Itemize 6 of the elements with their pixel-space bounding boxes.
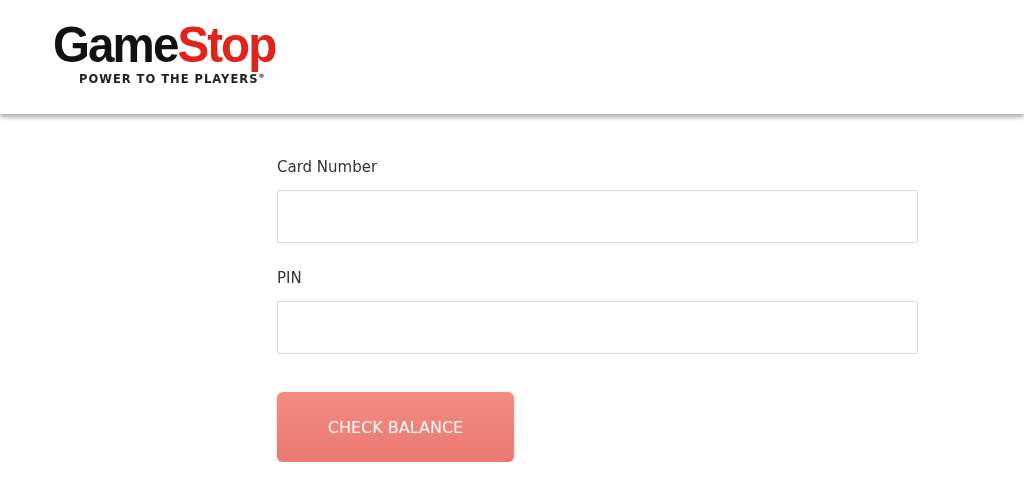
field-label: Card Number — [277, 158, 379, 176]
check-balance-button[interactable]: CHECK BALANCE — [277, 392, 514, 462]
input-field[interactable] — [277, 301, 918, 354]
field-label: PIN — [277, 269, 303, 287]
input-field[interactable] — [277, 190, 918, 243]
logo-tagline: POWER TO THE PLAYERS$^{®}$ — [79, 72, 266, 86]
